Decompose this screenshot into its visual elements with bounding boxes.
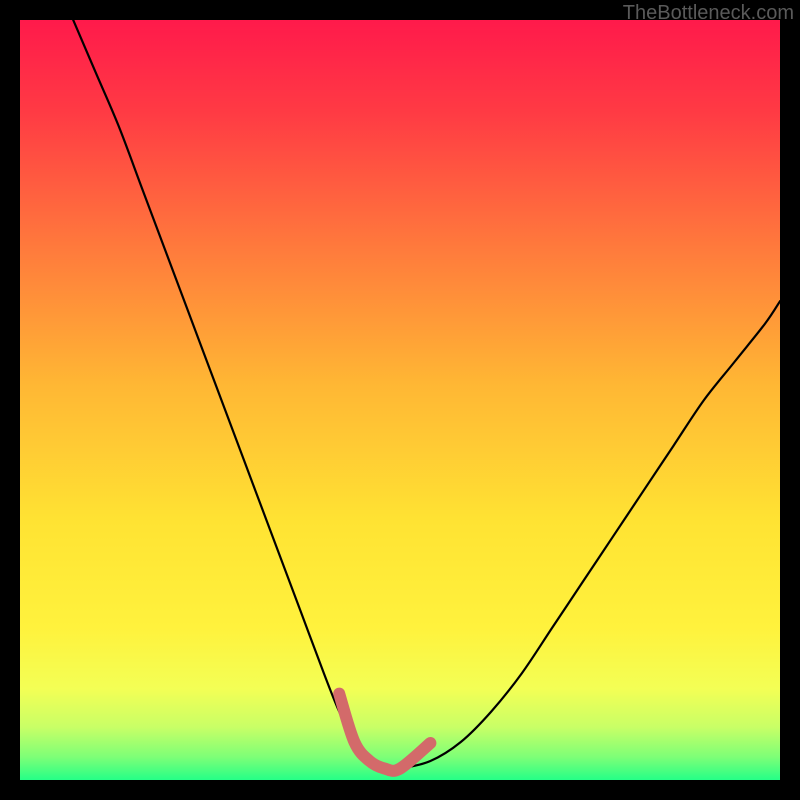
chart-plot-area [20, 20, 780, 780]
chart-frame: TheBottleneck.com [0, 0, 800, 800]
gradient-background [20, 20, 780, 780]
chart-svg [20, 20, 780, 780]
watermark-text: TheBottleneck.com [623, 2, 794, 25]
